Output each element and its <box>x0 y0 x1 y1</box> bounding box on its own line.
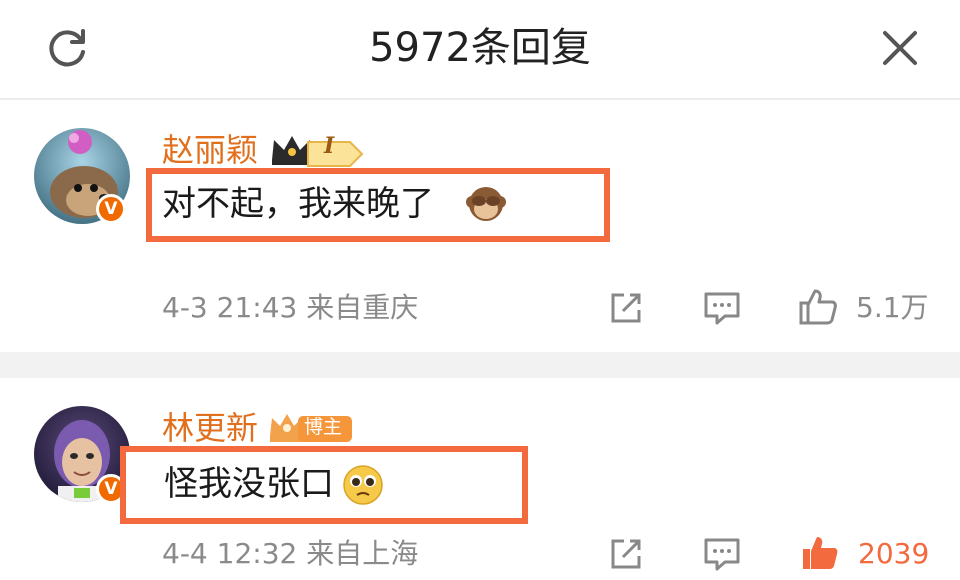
timestamp: 4-4 12:32 <box>162 537 298 570</box>
header-bar: 5972条回复 <box>0 0 960 100</box>
reply-button[interactable] <box>698 284 746 332</box>
level-badge-label: I <box>324 133 335 159</box>
share-icon <box>611 293 641 323</box>
comment-icon <box>704 538 740 571</box>
like-button-active[interactable] <box>796 528 844 576</box>
share-icon <box>611 539 641 569</box>
blogger-badge-label: 博主 <box>304 416 343 438</box>
like-count: 5.1万 <box>856 291 929 324</box>
close-button[interactable] <box>872 22 928 74</box>
see-no-evil-monkey-emoji <box>464 182 508 230</box>
comment-text: 怪我没张口 <box>164 464 334 504</box>
location: 来自重庆 <box>306 291 419 324</box>
comment-meta: 4-4 12:32 来自上海 <box>162 534 418 574</box>
username[interactable]: 林更新 <box>162 406 258 450</box>
comment-meta: 4-3 21:43 来自重庆 <box>162 288 418 328</box>
timestamp: 4-3 21:43 <box>162 291 298 324</box>
reply-button[interactable] <box>698 530 746 578</box>
thumbs-up-icon <box>799 289 837 325</box>
verified-badge: V <box>96 194 126 224</box>
crown-icon <box>272 136 364 167</box>
close-icon <box>883 31 917 65</box>
pleading-face-emoji <box>342 464 384 510</box>
comment-item: V 林更新 博主 怪我没张口 4-4 12:32 来自上海 2039 <box>0 378 960 580</box>
thumbs-up-filled-icon <box>803 537 838 569</box>
page-title: 5972条回复 <box>369 25 591 71</box>
share-button[interactable] <box>602 284 650 332</box>
like-button[interactable] <box>794 282 842 330</box>
share-button[interactable] <box>602 530 650 578</box>
section-divider <box>0 352 960 378</box>
comment-item: V 赵丽颖 I 对不起，我来晚了 4-3 21:43 来自重庆 5.1万 <box>0 100 960 352</box>
comment-text: 对不起，我来晚了 <box>162 184 434 224</box>
comment-icon <box>704 292 740 325</box>
like-count: 2039 <box>858 537 930 570</box>
username[interactable]: 赵丽颖 <box>162 128 258 172</box>
location: 来自上海 <box>306 537 419 570</box>
